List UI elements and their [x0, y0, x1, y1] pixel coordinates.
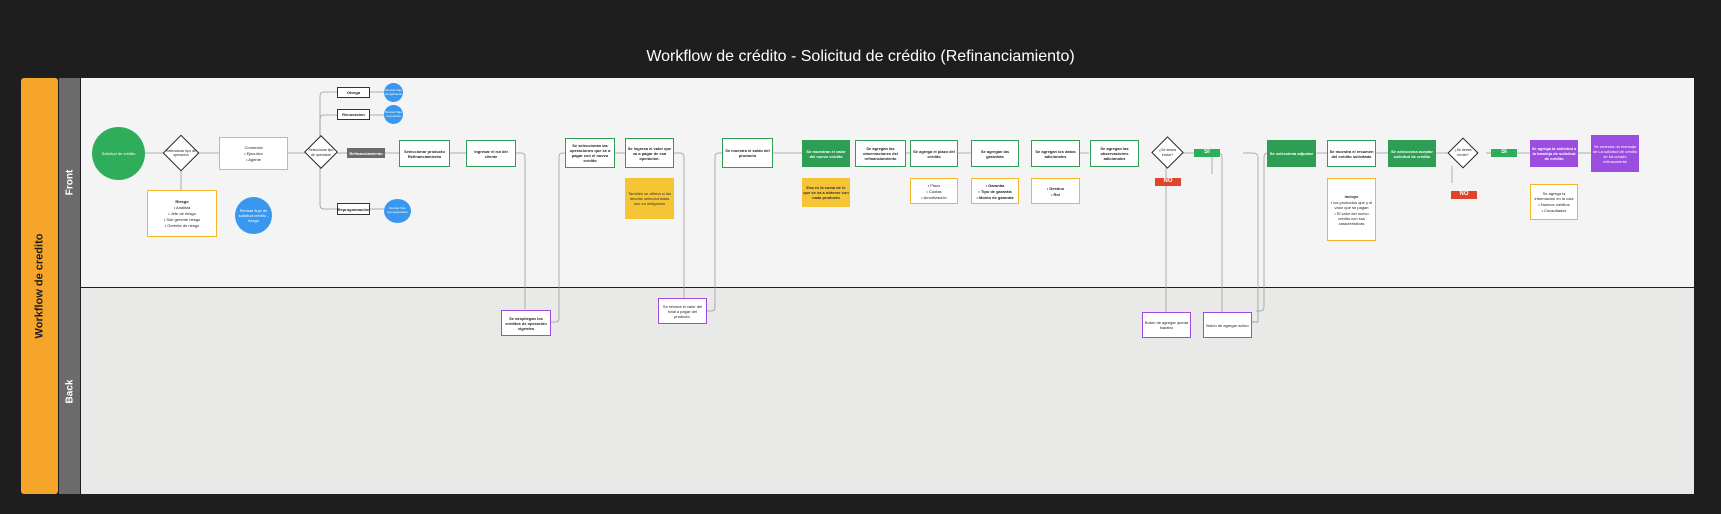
- decision-operation-type-2-label: Seleccionar tipo de operación: [308, 148, 334, 157]
- decision-operation-type-label: Seleccionar tipo de operación: [166, 148, 196, 157]
- connectors: [145, 91, 1611, 323]
- add-to-inbox-step[interactable]: Se agrega la solicitud a la bandeja de s…: [1530, 140, 1578, 167]
- debts-note: También se afirma si las deudas seleccio…: [625, 178, 674, 219]
- yes-tag-2: SI: [1491, 149, 1517, 157]
- additional-data-items: • Destino • Rol: [1031, 178, 1080, 204]
- term-items: • Plazo • Cuotas • Amortización: [910, 178, 958, 204]
- active-add-button-step[interactable]: Botón de agregar activo: [1203, 312, 1252, 338]
- return-total-step[interactable]: Se retorna el valor del total a pagar de…: [658, 298, 707, 324]
- success-message-step[interactable]: Se muestra un mensaje de La solicitud de…: [1591, 135, 1639, 172]
- otorga-flow-link[interactable]: Revisar flujo otorgamiento: [384, 83, 403, 102]
- show-balance-step[interactable]: Se muestra el saldo del producto: [722, 138, 773, 168]
- show-summary-step[interactable]: Se muestra el resumen del crédito solici…: [1327, 140, 1376, 167]
- enter-value-step[interactable]: Se ingresa el valor que va a pagar de es…: [625, 138, 674, 168]
- term-step[interactable]: Se agrega el plazo del crédito: [910, 140, 958, 167]
- guarantees-items: • Garantía • Tipo de garantía • Monto de…: [971, 178, 1019, 204]
- comercial-box[interactable]: Comercial • Ejecutivo • Agente: [219, 137, 288, 170]
- decision-send-1-label: ¿Se desea enviar?: [1159, 148, 1176, 157]
- additional-data-step[interactable]: Se agregan los datos adicionales: [1031, 140, 1080, 167]
- inactive-add-button-step[interactable]: Botón de agregar queda inactivo: [1142, 312, 1191, 338]
- no-tag-1: NO: [1155, 178, 1181, 186]
- no-tag-2: NO: [1451, 191, 1477, 199]
- otorga-box[interactable]: Otorga: [337, 87, 370, 98]
- additional-observations-step[interactable]: Se agregan las observaciones adicionales: [1090, 140, 1139, 167]
- guarantees-step[interactable]: Se agregan las garantías: [971, 140, 1019, 167]
- riesgo-box[interactable]: Riesgo • Analista • Jefe de riesgo • Sub…: [147, 190, 217, 237]
- decision-send-2-label: ¿Se desea enviar?: [1454, 148, 1472, 157]
- yes-tag-1: SI: [1194, 149, 1220, 157]
- refinanciamiento-box[interactable]: Refinanciamiento: [347, 148, 385, 158]
- observations-step[interactable]: Se agregan las observaciones del refinan…: [855, 140, 906, 167]
- select-operations-step[interactable]: Se seleccionan las operaciones que se a …: [565, 138, 615, 168]
- reprogramacion-box[interactable]: Reprogramación: [337, 203, 370, 215]
- renovacion-box[interactable]: Renovación: [337, 109, 370, 120]
- renovacion-flow-link[interactable]: Revisar flujo renovación: [384, 105, 403, 124]
- queue-items: Se agrega la información en la cola • Nu…: [1530, 184, 1578, 220]
- select-product-step[interactable]: Seleccionar producto Refinanciamiento: [399, 140, 450, 167]
- accept-request-step[interactable]: Se selecciona aceptar solicitud de crédi…: [1388, 140, 1436, 167]
- summary-items: Incluye • los productos que y el valor q…: [1327, 178, 1376, 241]
- riesgo-flow-link[interactable]: Revisar flujo de solicitud crédito - rie…: [235, 197, 272, 234]
- start-node[interactable]: Solicitud de crédito: [92, 127, 145, 180]
- reprogramacion-flow-link[interactable]: Revisar flujo reprogramación: [384, 199, 411, 223]
- enter-rut-step[interactable]: Ingresar el rut del cliente: [466, 140, 516, 167]
- show-new-credit-step[interactable]: Se muestran el valor del nuevo crédito: [802, 140, 850, 167]
- sum-note: Esa es la suma de lo que se va a obtener…: [802, 178, 850, 207]
- display-operations-step[interactable]: Se despliegan los créditos de operación …: [501, 310, 551, 336]
- select-attachment-step[interactable]: Se selecciona adjuntar: [1267, 140, 1316, 167]
